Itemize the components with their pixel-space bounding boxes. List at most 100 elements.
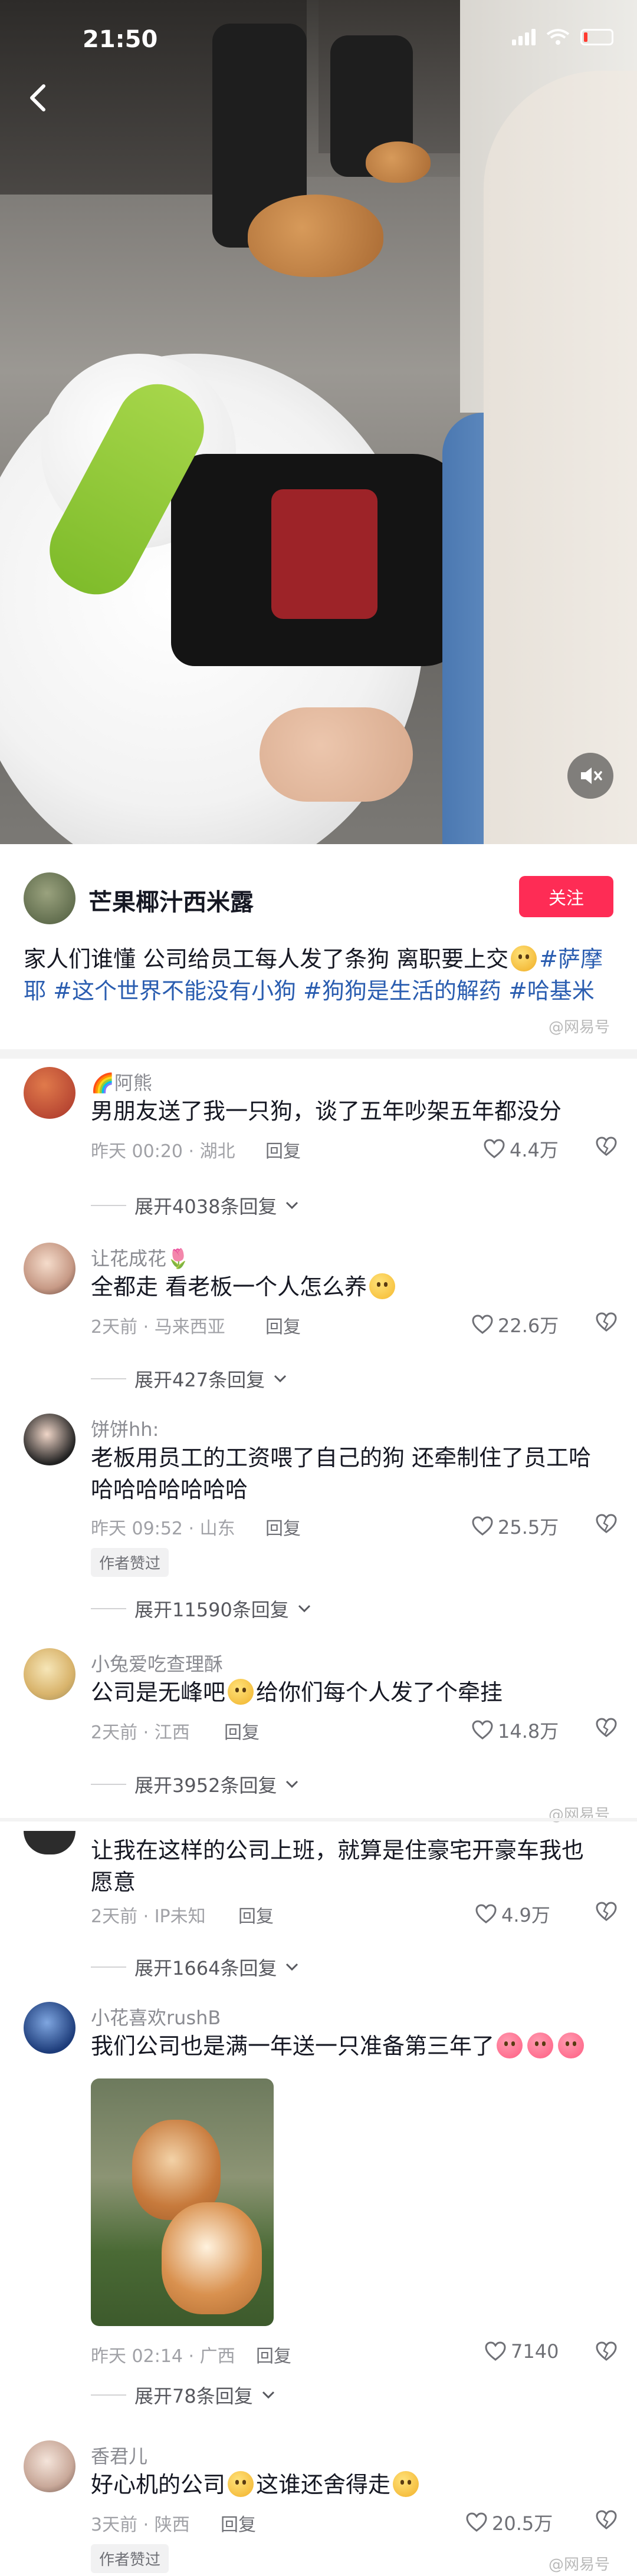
comment-meta: 2天前 · IP未知 [91, 1906, 206, 1927]
comment-meta: 昨天 09:52 · 山东 [91, 1518, 235, 1539]
reply-button[interactable]: 回复 [221, 2510, 256, 2536]
like-button[interactable]: 20.5万 [466, 2509, 553, 2536]
expand-replies[interactable]: 展开1664条回复 [91, 1954, 299, 1981]
comment-text-body: 这谁还舍得走 [256, 2472, 391, 2498]
comment-avatar[interactable] [24, 1648, 75, 1700]
hugging-face-emoji-icon [497, 2033, 523, 2058]
comment-avatar[interactable] [24, 2002, 75, 2054]
comment-item: 饼饼hh: 老板用员工的工资喂了自己的狗 还牵制住了员工哈哈哈哈哈哈哈哈 昨天 … [0, 1414, 637, 1626]
like-button[interactable]: 4.9万 [475, 1900, 550, 1928]
comment-avatar[interactable] [24, 1243, 75, 1294]
heart-icon [466, 2512, 487, 2532]
battery-icon [580, 29, 613, 45]
comment-text: 全都走 看老板一个人怎么养 [91, 1271, 604, 1303]
comment-item: 香君儿 好心机的公司 这谁还舍得走 3天前 · 陕西 回复 20.5万 作者赞过 [0, 2440, 637, 2576]
expand-line [91, 1205, 126, 1206]
dislike-button[interactable] [596, 1718, 617, 1740]
dislike-button[interactable] [596, 1514, 617, 1536]
comment-text-body: 全都走 看老板一个人怎么养 [91, 1274, 367, 1300]
comment-item: 🌈阿熊 男朋友送了我一只狗，谈了五年吵架五年都没分 昨天 00:20 · 湖北 … [0, 1067, 637, 1244]
dislike-button[interactable] [596, 1312, 617, 1335]
comment-username[interactable]: 小兔爱吃查理酥 [91, 1649, 223, 1676]
follow-button[interactable]: 关注 [519, 876, 613, 917]
comment-avatar[interactable] [24, 2440, 75, 2492]
like-button[interactable]: 14.8万 [472, 1717, 559, 1744]
comment-text-body: 给你们每个人发了个牵挂 [256, 1679, 503, 1705]
chevron-down-icon [274, 1375, 287, 1383]
expand-replies[interactable]: 展开3952条回复 [91, 1771, 299, 1798]
comment-item: 小花喜欢rushB 我们公司也是满一年送一只准备第三年了 昨天 02:14 · … [0, 2002, 637, 2407]
expand-replies[interactable]: 展开4038条回复 [91, 1192, 299, 1219]
comment-username[interactable]: 香君儿 [91, 2442, 147, 2469]
signal-icon [512, 29, 536, 45]
expand-replies[interactable]: 展开427条回复 [91, 1365, 287, 1392]
dislike-button[interactable] [596, 2341, 617, 2364]
jersey-number [271, 489, 377, 619]
divider [0, 1049, 637, 1059]
comment-avatar[interactable] [24, 1067, 75, 1119]
heart-icon [484, 1139, 505, 1158]
expand-replies[interactable]: 展开78条回复 [91, 2381, 275, 2409]
author-row: 芒果椰汁西米露 关注 [0, 862, 637, 927]
divider [0, 1818, 637, 1821]
comment-text: 公司是无峰吧 给你们每个人发了个牵挂 [91, 1676, 604, 1708]
like-count: 7140 [511, 2340, 559, 2363]
expand-replies[interactable]: 展开11590条回复 [91, 1595, 311, 1622]
dislike-button[interactable] [596, 1902, 617, 1924]
like-button[interactable]: 7140 [485, 2340, 559, 2363]
expand-label: 展开427条回复 [134, 1369, 265, 1391]
like-count: 20.5万 [492, 2512, 553, 2535]
comment-username[interactable]: 让花成花🌷 [91, 1244, 190, 1271]
comment-meta: 3天前 · 陕西 [91, 2515, 190, 2535]
mute-button[interactable] [567, 753, 613, 799]
heart-icon [472, 1516, 493, 1536]
like-button[interactable]: 25.5万 [472, 1513, 559, 1540]
person-sleeve [484, 71, 637, 844]
broken-heart-icon [596, 1718, 617, 1737]
author-liked-badge: 作者赞过 [91, 1548, 169, 1577]
reply-button[interactable]: 回复 [265, 1312, 301, 1338]
hashtag[interactable]: #狗狗是生活的解药 [303, 978, 501, 1004]
wifi-icon [546, 29, 570, 45]
comment-text-body: 公司是无峰吧 [91, 1679, 226, 1705]
hashtag[interactable]: #这个世界不能没有小狗 [53, 978, 296, 1004]
reply-button[interactable]: 回复 [265, 1514, 301, 1540]
reply-button[interactable]: 回复 [265, 1137, 301, 1162]
author-liked-badge: 作者赞过 [91, 2544, 169, 2573]
dislike-button[interactable] [596, 1137, 617, 1159]
expand-label: 展开3952条回复 [134, 1774, 277, 1797]
corgi-dog [366, 141, 431, 183]
broken-heart-icon [596, 1902, 617, 1921]
speaker-muted-icon [581, 767, 602, 784]
comment-text: 好心机的公司 这谁还舍得走 [91, 2469, 604, 2501]
reply-button[interactable]: 回复 [224, 1718, 260, 1744]
like-count: 22.6万 [498, 1315, 559, 1337]
comment-username[interactable]: 饼饼hh: [91, 1415, 159, 1442]
comment-photo[interactable] [91, 2078, 274, 2326]
comment-avatar[interactable] [24, 1414, 75, 1465]
reply-button[interactable]: 回复 [256, 2341, 291, 2367]
back-button[interactable] [21, 80, 57, 116]
reply-button[interactable]: 回复 [238, 1902, 274, 1928]
author-name[interactable]: 芒果椰汁西米露 [88, 883, 254, 917]
comment-item: 让我在这样的公司上班，就算是住豪宅开豪车我也愿意 2天前 · IP未知 回复 4… [0, 1825, 637, 1984]
comment-text: 我们公司也是满一年送一只准备第三年了 [91, 2030, 604, 2062]
post-video[interactable]: 21:50 [0, 0, 637, 844]
hashtag[interactable]: #哈基米 [508, 978, 595, 1004]
like-count: 25.5万 [498, 1516, 559, 1539]
like-button[interactable]: 22.6万 [472, 1311, 559, 1338]
author-avatar[interactable] [24, 872, 75, 924]
comment-text: 让我在这样的公司上班，就算是住豪宅开豪车我也愿意 [91, 1837, 585, 1895]
comment-text: 男朋友送了我一只狗，谈了五年吵架五年都没分 [91, 1098, 562, 1124]
sweat-smile-emoji-icon [511, 946, 537, 971]
status-bar: 21:50 [0, 0, 637, 53]
comment-avatar[interactable] [24, 1831, 75, 1854]
dislike-button[interactable] [596, 2510, 617, 2532]
comment-item: 让花成花🌷 全都走 看老板一个人怎么养 2天前 · 马来西亚 回复 22.6万 … [0, 1243, 637, 1419]
corgi-dog [162, 2202, 262, 2314]
comment-username[interactable]: 🌈阿熊 [91, 1068, 152, 1095]
chevron-down-icon [286, 1963, 298, 1971]
like-button[interactable]: 4.4万 [484, 1135, 559, 1162]
comment-username[interactable]: 小花喜欢rushB [91, 2003, 221, 2030]
status-icons [512, 28, 613, 46]
